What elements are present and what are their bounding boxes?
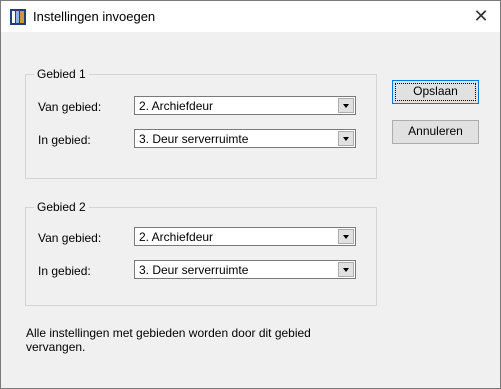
- group-area-2-legend: Gebied 2: [34, 200, 89, 214]
- area-2-to-label: In gebied:: [38, 264, 91, 278]
- area-1-from-label: Van gebied:: [38, 100, 102, 114]
- area-2-to-select[interactable]: 3. Deur serverruimte: [134, 260, 356, 279]
- group-area-2: Gebied 2: [25, 200, 377, 306]
- cancel-button[interactable]: Annuleren: [392, 120, 479, 144]
- area-2-from-label: Van gebied:: [38, 231, 102, 245]
- title-bar: Instellingen invoegen ✕: [1, 1, 500, 32]
- replace-note: Alle instellingen met gebieden worden do…: [26, 326, 311, 354]
- area-1-to-label: In gebied:: [38, 133, 91, 147]
- cancel-button-label: Annuleren: [408, 124, 463, 138]
- area-1-from-value: 2. Archiefdeur: [139, 99, 214, 113]
- chevron-down-icon[interactable]: [338, 98, 354, 113]
- area-2-from-select[interactable]: 2. Archiefdeur: [134, 227, 356, 246]
- group-area-1: Gebied 1: [25, 67, 377, 179]
- chevron-down-icon[interactable]: [338, 131, 354, 146]
- area-1-to-value: 3. Deur serverruimte: [139, 132, 249, 146]
- area-1-from-select[interactable]: 2. Archiefdeur: [134, 96, 356, 115]
- area-1-to-select[interactable]: 3. Deur serverruimte: [134, 129, 356, 148]
- app-icon: [10, 9, 26, 25]
- group-area-1-legend: Gebied 1: [34, 67, 89, 81]
- save-button-label: Opslaan: [413, 84, 458, 98]
- save-button[interactable]: Opslaan: [392, 80, 479, 104]
- area-2-from-value: 2. Archiefdeur: [139, 230, 214, 244]
- chevron-down-icon[interactable]: [338, 229, 354, 244]
- close-icon[interactable]: ✕: [468, 4, 494, 28]
- area-2-to-value: 3. Deur serverruimte: [139, 263, 249, 277]
- chevron-down-icon[interactable]: [338, 262, 354, 277]
- window-title: Instellingen invoegen: [33, 9, 156, 24]
- dialog-window: Instellingen invoegen ✕ Gebied 1 Van geb…: [0, 0, 501, 389]
